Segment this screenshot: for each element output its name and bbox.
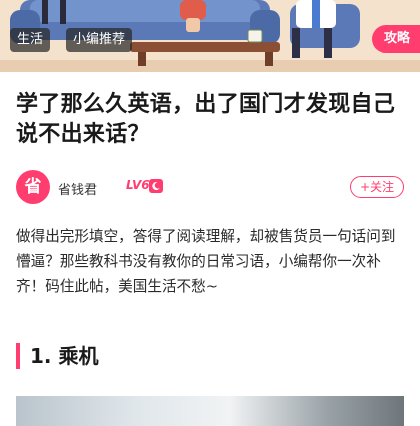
moon-icon xyxy=(149,179,163,193)
guide-badge[interactable]: 攻略 xyxy=(371,25,420,53)
article-title: 学了那么久英语，出了国门才发现自己说不出来话？ xyxy=(16,92,396,147)
author-row: 省 省钱君 LV6 +关注 xyxy=(16,170,408,204)
follow-button[interactable]: +关注 xyxy=(349,176,404,198)
avatar[interactable]: 省 xyxy=(16,170,50,204)
hero-banner: 生活 小编推荐 攻略 xyxy=(0,0,420,72)
tag-life[interactable]: 生活 xyxy=(10,28,51,52)
section-title: 1. 乘机 xyxy=(30,344,99,368)
article-intro: 做得出完形填空，答得了阅读理解，却被售货员一句话问到懵逼？那些教科书没有教你的日… xyxy=(16,228,396,295)
section-photo xyxy=(16,396,404,426)
author-name[interactable]: 省钱君 xyxy=(58,179,97,198)
hero-illustration xyxy=(0,0,420,72)
section-accent-bar xyxy=(16,343,20,369)
tag-editor-pick[interactable]: 小编推荐 xyxy=(66,28,133,52)
level-badge: LV6 xyxy=(126,178,150,192)
